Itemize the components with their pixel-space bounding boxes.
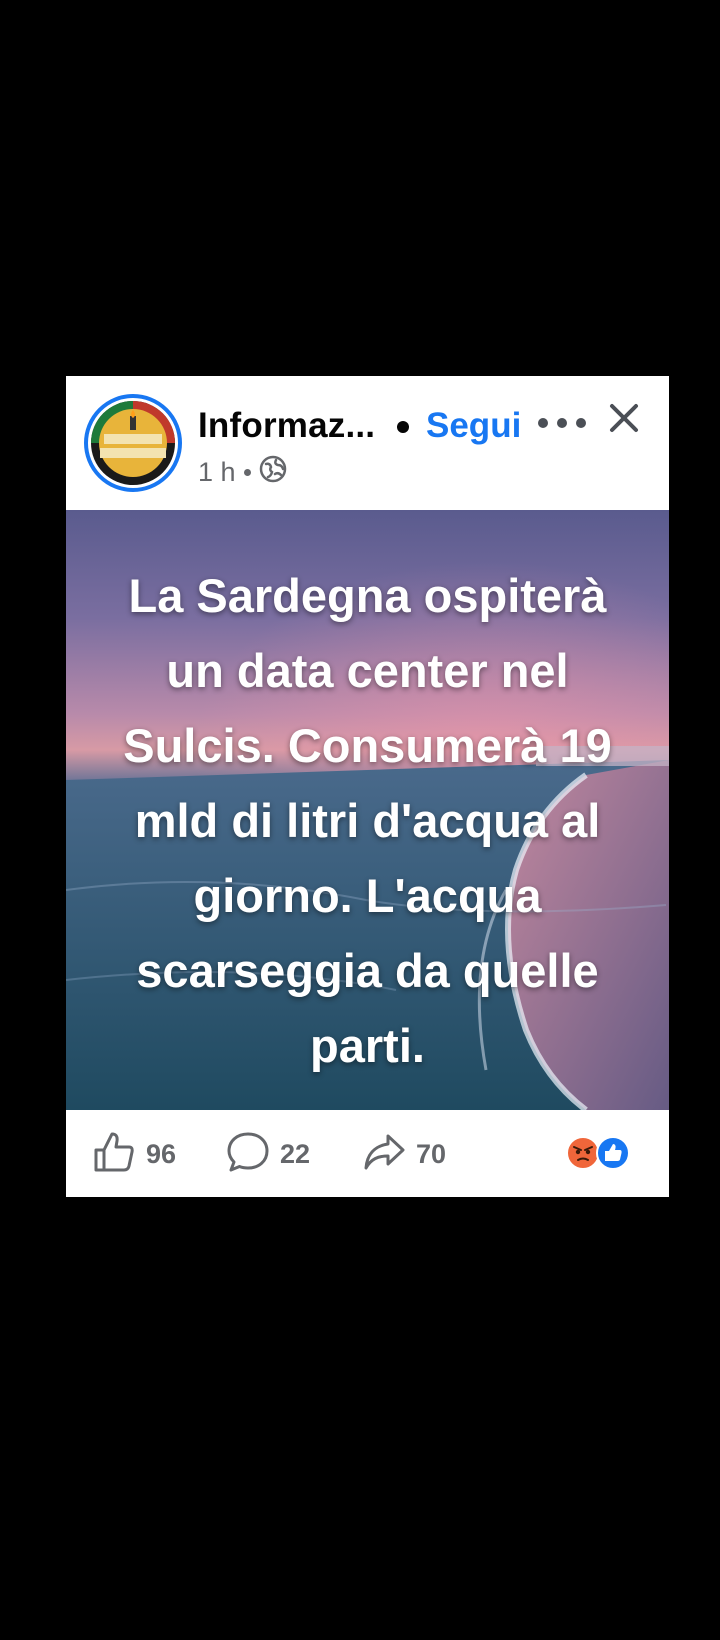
like-icon xyxy=(92,1130,136,1179)
post-image-text-line: parti. xyxy=(310,1019,425,1072)
post-image-text-line: giorno. L'acqua xyxy=(193,869,542,922)
meta-dot xyxy=(243,468,251,476)
post-image-text-line: mld di litri d'acqua al xyxy=(134,794,601,847)
angry-reaction-icon xyxy=(566,1136,600,1170)
page-logo-icon xyxy=(91,401,175,485)
post-image-text: La Sardegna ospiterà un data center nel Su… xyxy=(76,558,659,1083)
post-image[interactable]: La Sardegna ospiterà un data center nel Su… xyxy=(66,510,669,1110)
comment-icon xyxy=(226,1130,270,1179)
more-options-icon[interactable] xyxy=(538,408,586,438)
reactions-summary[interactable] xyxy=(566,1136,632,1172)
follow-button[interactable]: Segui xyxy=(426,406,521,446)
like-reaction-icon xyxy=(596,1136,630,1170)
post-meta: 1 h xyxy=(198,455,287,490)
close-icon[interactable] xyxy=(604,398,644,438)
globe-icon xyxy=(259,455,287,490)
post-image-text-line: La Sardegna ospiterà xyxy=(128,569,607,622)
post-header: Informaz... Segui 1 h xyxy=(66,376,669,510)
post-card: Informaz... Segui 1 h La Sardegna ospite… xyxy=(66,376,669,1197)
like-button[interactable]: 96 xyxy=(92,1132,176,1176)
comment-button[interactable]: 22 xyxy=(226,1132,310,1176)
like-count: 96 xyxy=(146,1138,177,1169)
post-image-text-line: Sulcis. Consumerà 19 xyxy=(123,719,612,772)
action-bar: 96 22 70 xyxy=(66,1110,669,1197)
page-name[interactable]: Informaz... xyxy=(198,406,375,446)
share-count: 70 xyxy=(416,1138,447,1169)
share-button[interactable]: 70 xyxy=(362,1132,446,1176)
post-time[interactable]: 1 h xyxy=(198,457,236,488)
avatar[interactable] xyxy=(84,394,182,492)
post-image-text-line: un data center nel xyxy=(166,644,569,697)
separator-dot xyxy=(397,421,409,433)
screen: Informaz... Segui 1 h La Sardegna ospite… xyxy=(0,0,720,1640)
share-icon xyxy=(362,1130,406,1179)
post-image-text-line: scarseggia da quelle xyxy=(136,944,599,997)
comment-count: 22 xyxy=(280,1138,311,1169)
